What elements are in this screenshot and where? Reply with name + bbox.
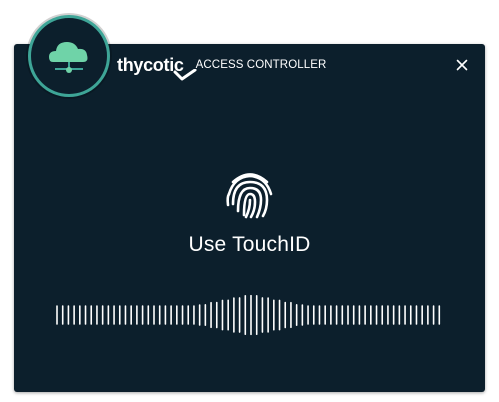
product-name: ACCESS CONTROLLER [195,59,327,71]
app-logo [31,18,107,94]
waveform-icon [56,294,441,336]
fingerprint-icon [226,173,273,219]
brand-header: thycotic ACCESS CONTROLLER [117,55,326,83]
close-icon [456,59,468,71]
close-button[interactable] [454,57,470,73]
checkmark-icon [173,69,197,81]
touchid-prompt: Use TouchID [188,233,311,256]
cloud-network-icon [49,42,88,73]
